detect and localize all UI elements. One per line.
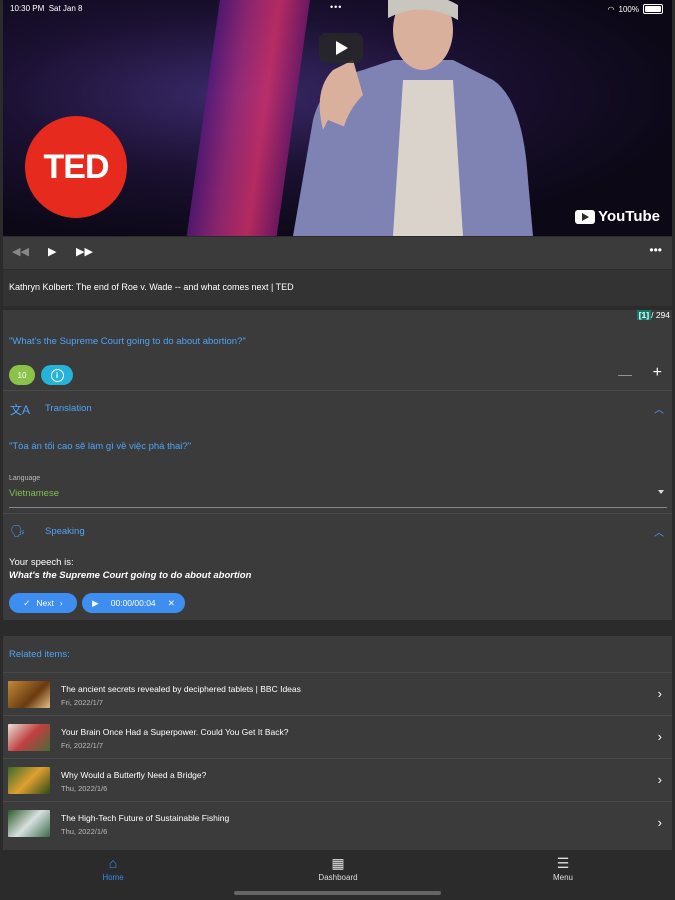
translate-icon: 文A — [10, 403, 31, 417]
audio-time: 00:00/00:04 — [110, 598, 156, 608]
info-button[interactable]: i — [41, 365, 73, 385]
video-player[interactable]: TED YouTube — [3, 0, 672, 236]
player-controls: ◀◀ ▶ ▶▶ ••• — [3, 237, 672, 269]
counter-current: [1] — [636, 310, 652, 320]
lesson-card: [1]/ 294 "What's the Supreme Court going… — [3, 310, 672, 620]
nav-menu[interactable]: ☰ Menu — [523, 855, 603, 882]
chevron-right-icon: › — [657, 729, 662, 744]
nav-home[interactable]: ⌂ Home — [73, 855, 153, 882]
video-thumbnail — [8, 681, 50, 708]
home-indicator[interactable] — [234, 891, 441, 895]
video-title: Kathryn Kolbert: The end of Roe v. Wade … — [9, 282, 294, 292]
youtube-logo[interactable]: YouTube — [575, 208, 660, 225]
wifi-icon: ◠ — [607, 4, 615, 14]
info-icon: i — [50, 368, 64, 382]
speaker-image — [293, 0, 533, 236]
sentence-counter: [1]/ 294 — [636, 310, 670, 320]
fast-forward-icon[interactable]: ▶▶ — [76, 245, 93, 258]
speech-label: Your speech is: — [9, 557, 74, 568]
video-title-card: Kathryn Kolbert: The end of Roe v. Wade … — [3, 270, 672, 306]
play-icon[interactable]: ▶ — [92, 598, 99, 609]
close-icon[interactable]: ✕ — [168, 598, 175, 609]
translation-header[interactable]: 文A Translation ︿ — [3, 394, 672, 424]
list-item[interactable]: The ancient secrets revealed by decipher… — [3, 672, 672, 716]
increase-button[interactable]: + — [653, 364, 662, 382]
battery-indicator: ◠ 100% — [608, 4, 663, 14]
list-item[interactable]: The High-Tech Future of Sustainable Fish… — [3, 801, 672, 845]
divider — [3, 390, 672, 391]
list-item[interactable]: Your Brain Once Had a Superpower. Could … — [3, 715, 672, 759]
status-time: 10:30 PM Sat Jan 8 — [10, 4, 83, 13]
language-select[interactable]: Vietnamese — [9, 488, 59, 499]
menu-icon: ☰ — [556, 855, 570, 871]
speaker-voice-icon: 🗣 — [10, 524, 26, 538]
battery-percent: 100% — [618, 4, 639, 14]
chevron-right-icon: › — [657, 686, 662, 701]
chevron-up-icon[interactable]: ︿ — [654, 401, 664, 416]
sentence-text[interactable]: "What's the Supreme Court going to do ab… — [9, 336, 246, 347]
speaking-header[interactable]: 🗣 Speaking ︿ — [3, 517, 672, 547]
speech-result: What's the Supreme Court going to do abo… — [9, 570, 252, 581]
play-icon[interactable]: ▶ — [48, 245, 56, 258]
status-bar: 10:30 PM Sat Jan 8 ••• ◠ 100% — [0, 0, 675, 16]
translation-text: "Tòa án tối cao sẽ làm gì về việc phá th… — [9, 441, 192, 452]
divider — [3, 513, 672, 514]
dropdown-caret-icon[interactable] — [658, 490, 664, 494]
score-badge[interactable]: 10 — [9, 365, 35, 385]
video-thumbnail — [8, 810, 50, 837]
ted-logo: TED — [25, 116, 127, 218]
recording-player[interactable]: ▶ 00:00/00:04 ✕ — [82, 593, 185, 613]
list-item[interactable]: Why Would a Butterfly Need a Bridge? Thu… — [3, 758, 672, 802]
video-thumbnail — [8, 767, 50, 794]
play-video-button[interactable] — [319, 33, 363, 63]
home-icon: ⌂ — [108, 855, 118, 871]
check-icon: ✓ — [23, 597, 31, 608]
speaking-label: Speaking — [45, 526, 85, 537]
decrease-button[interactable]: — — [618, 366, 632, 382]
dashboard-icon: ▦ — [331, 855, 345, 871]
nav-dashboard[interactable]: ▦ Dashboard — [298, 855, 378, 882]
more-options-icon[interactable]: ••• — [649, 243, 662, 257]
next-button[interactable]: ✓ Next › — [9, 593, 77, 613]
related-items-card: Related items: The ancient secrets revea… — [3, 636, 672, 850]
counter-total: / 294 — [651, 310, 670, 320]
chevron-right-icon: › — [657, 772, 662, 787]
language-label: Language — [9, 475, 41, 482]
related-heading: Related items: — [9, 649, 70, 660]
battery-icon — [643, 4, 663, 14]
video-thumbnail — [8, 724, 50, 751]
chevron-right-icon: › — [59, 598, 63, 608]
multitask-dots[interactable]: ••• — [330, 2, 342, 12]
chevron-up-icon[interactable]: ︿ — [654, 524, 664, 539]
language-underline — [9, 507, 667, 508]
rewind-icon[interactable]: ◀◀ — [12, 245, 29, 258]
translation-label: Translation — [45, 403, 92, 414]
chevron-right-icon: › — [657, 815, 662, 830]
youtube-icon — [575, 209, 596, 224]
